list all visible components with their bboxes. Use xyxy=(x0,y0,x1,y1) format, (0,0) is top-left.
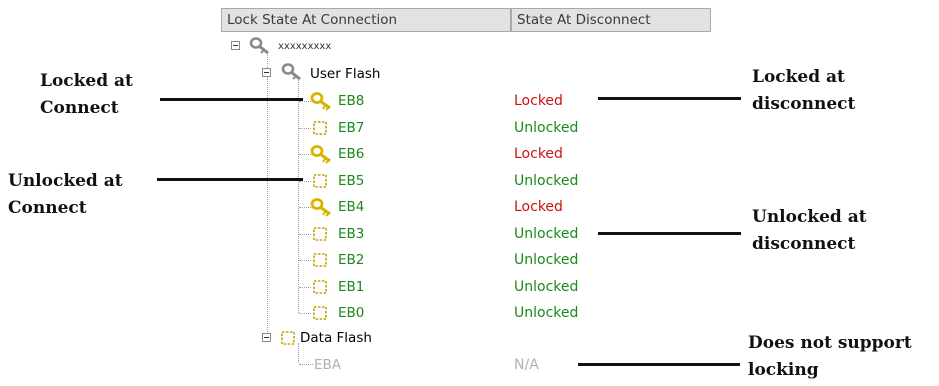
tree-line xyxy=(298,80,299,313)
block-label[interactable]: EB3 xyxy=(338,226,364,242)
tree-line xyxy=(299,313,311,314)
key-icon xyxy=(281,63,301,81)
block-label[interactable]: EB6 xyxy=(338,146,364,162)
key-icon xyxy=(249,37,269,55)
block-state: Unlocked xyxy=(514,172,579,189)
block-label[interactable]: EB1 xyxy=(338,279,364,295)
annotation-pointer xyxy=(157,178,303,181)
annotation-unlocked-at-disconnect: Unlocked at disconnect xyxy=(752,207,867,254)
block-state: Locked xyxy=(514,199,563,215)
column-header-lock-state[interactable]: Lock State At Connection xyxy=(221,8,511,32)
annotation-pointer xyxy=(598,97,741,100)
block-label[interactable]: EB5 xyxy=(338,173,364,189)
annotation-pointer xyxy=(160,98,303,101)
data-flash-node[interactable]: Data Flash xyxy=(300,330,372,346)
block-state: Unlocked xyxy=(514,225,579,242)
block-eba-state: N/A xyxy=(514,357,539,373)
tree-line xyxy=(267,52,268,338)
block-label[interactable]: EB0 xyxy=(338,305,364,321)
tree-line xyxy=(299,260,311,261)
key-icon xyxy=(310,198,331,217)
annotation-locked-at-connect: Locked at Connect xyxy=(40,71,133,118)
user-flash-node[interactable]: User Flash xyxy=(310,66,380,82)
block-eba-label[interactable]: EBA xyxy=(314,357,341,373)
tree-line xyxy=(299,364,313,365)
device-name[interactable]: xxxxxxxxx xyxy=(278,39,331,55)
tree-line xyxy=(298,343,299,363)
block-state: Locked xyxy=(514,146,563,162)
annotation-pointer xyxy=(598,232,741,235)
block-state: Unlocked xyxy=(514,119,579,136)
block-state: Unlocked xyxy=(514,252,579,268)
dashed-box-icon xyxy=(313,279,327,294)
annotation-unlocked-at-connect: Unlocked at Connect xyxy=(8,171,123,218)
tree-line xyxy=(299,286,311,288)
block-state: Unlocked xyxy=(514,305,579,321)
block-state: Locked xyxy=(514,93,563,109)
dashed-box-icon xyxy=(313,306,327,320)
block-label[interactable]: EB7 xyxy=(338,120,364,136)
block-label[interactable]: EB4 xyxy=(338,199,364,215)
tree-line xyxy=(299,233,311,235)
annotation-pointer xyxy=(578,363,740,366)
dashed-box-icon xyxy=(281,331,295,345)
collapse-toggle[interactable] xyxy=(262,333,271,342)
dashed-box-icon xyxy=(313,120,327,135)
collapse-toggle[interactable] xyxy=(231,41,240,50)
annotation-locked-at-disconnect: Locked at disconnect xyxy=(752,67,856,114)
collapse-toggle[interactable] xyxy=(262,68,271,77)
dashed-box-icon xyxy=(313,226,327,241)
key-icon xyxy=(310,145,331,164)
column-header-state-at-disconnect[interactable]: State At Disconnect xyxy=(511,8,711,32)
dashed-box-icon xyxy=(313,253,327,267)
block-label[interactable]: EB8 xyxy=(338,93,364,109)
block-label[interactable]: EB2 xyxy=(338,252,364,268)
key-icon xyxy=(310,92,331,111)
tree-line xyxy=(299,127,311,129)
annotation-does-not-support-locking: Does not support locking xyxy=(748,333,912,380)
dashed-box-icon xyxy=(313,173,327,188)
block-state: Unlocked xyxy=(514,278,579,295)
